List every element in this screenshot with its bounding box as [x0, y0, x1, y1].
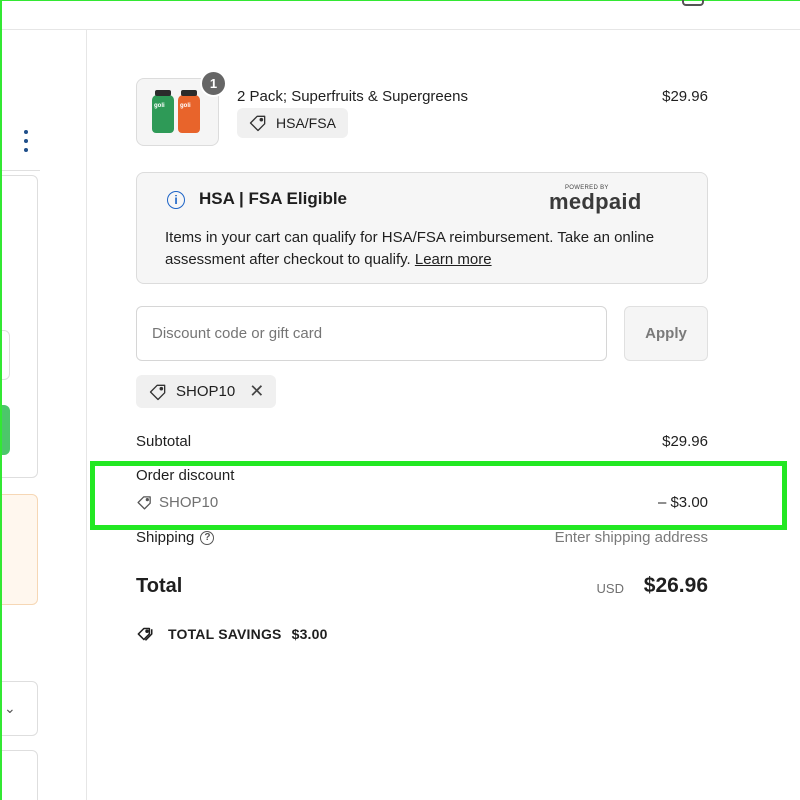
- total-label: Total: [136, 575, 183, 597]
- green-bottle-image: goli: [152, 90, 174, 133]
- subtotal-label: Subtotal: [136, 433, 192, 450]
- info-icon: i: [167, 191, 185, 209]
- left-input-field-2[interactable]: [0, 750, 38, 800]
- applied-discount-chip: SHOP10 ✕: [136, 375, 277, 408]
- total-savings-label: TOTAL SAVINGS: [168, 626, 282, 642]
- product-tag: HSA/FSA: [237, 108, 348, 138]
- apply-button[interactable]: Apply: [624, 306, 708, 361]
- hsa-fsa-notice: i HSA | FSA Eligible POWERED BY medpaid …: [136, 172, 708, 284]
- total-currency: USD: [596, 581, 624, 596]
- total-value: $26.96: [643, 574, 708, 597]
- highlight-box: [90, 461, 787, 530]
- learn-more-link[interactable]: Learn more: [415, 251, 492, 268]
- shipping-value: Enter shipping address: [554, 529, 708, 546]
- product-price: $29.96: [662, 88, 708, 105]
- help-icon[interactable]: ?: [200, 530, 215, 545]
- left-edge-line: [0, 0, 2, 800]
- discount-code-input[interactable]: [136, 306, 607, 361]
- total-savings-value: $3.00: [291, 626, 328, 642]
- total-row: Total USD $26.96: [136, 573, 708, 603]
- remove-discount-icon[interactable]: ✕: [249, 381, 264, 402]
- more-options-icon[interactable]: [22, 130, 30, 152]
- hsa-description: Items in your cart can qualify for HSA/F…: [165, 229, 655, 268]
- subtotal-row: Subtotal $29.96: [136, 433, 708, 450]
- orange-bottle-image: goli: [178, 90, 200, 133]
- applied-code-label: SHOP10: [176, 383, 236, 400]
- subtotal-value: $29.96: [662, 433, 708, 450]
- product-tag-label: HSA/FSA: [276, 115, 336, 131]
- top-header-strip: [2, 0, 800, 30]
- shipping-label: Shipping: [136, 529, 195, 546]
- tag-icon: [149, 384, 166, 400]
- left-notice-box: [0, 494, 38, 605]
- tag-icon: [249, 115, 266, 132]
- cart-line-item: goli goli 1 2 Pack; Superfruits & Superg…: [136, 70, 708, 148]
- medpaid-logo: POWERED BY medpaid: [549, 185, 642, 214]
- cart-icon[interactable]: [682, 0, 704, 6]
- product-title: 2 Pack; Superfruits & Supergreens: [237, 88, 468, 105]
- hsa-title: HSA | FSA Eligible: [199, 189, 348, 208]
- double-tag-icon: [137, 627, 153, 641]
- shipping-row: Shipping ? Enter shipping address: [136, 529, 708, 546]
- chevron-down-icon: ⌄: [4, 700, 16, 716]
- quantity-badge: 1: [200, 70, 227, 97]
- left-divider: [2, 170, 40, 171]
- total-savings: TOTAL SAVINGS $3.00: [136, 625, 328, 643]
